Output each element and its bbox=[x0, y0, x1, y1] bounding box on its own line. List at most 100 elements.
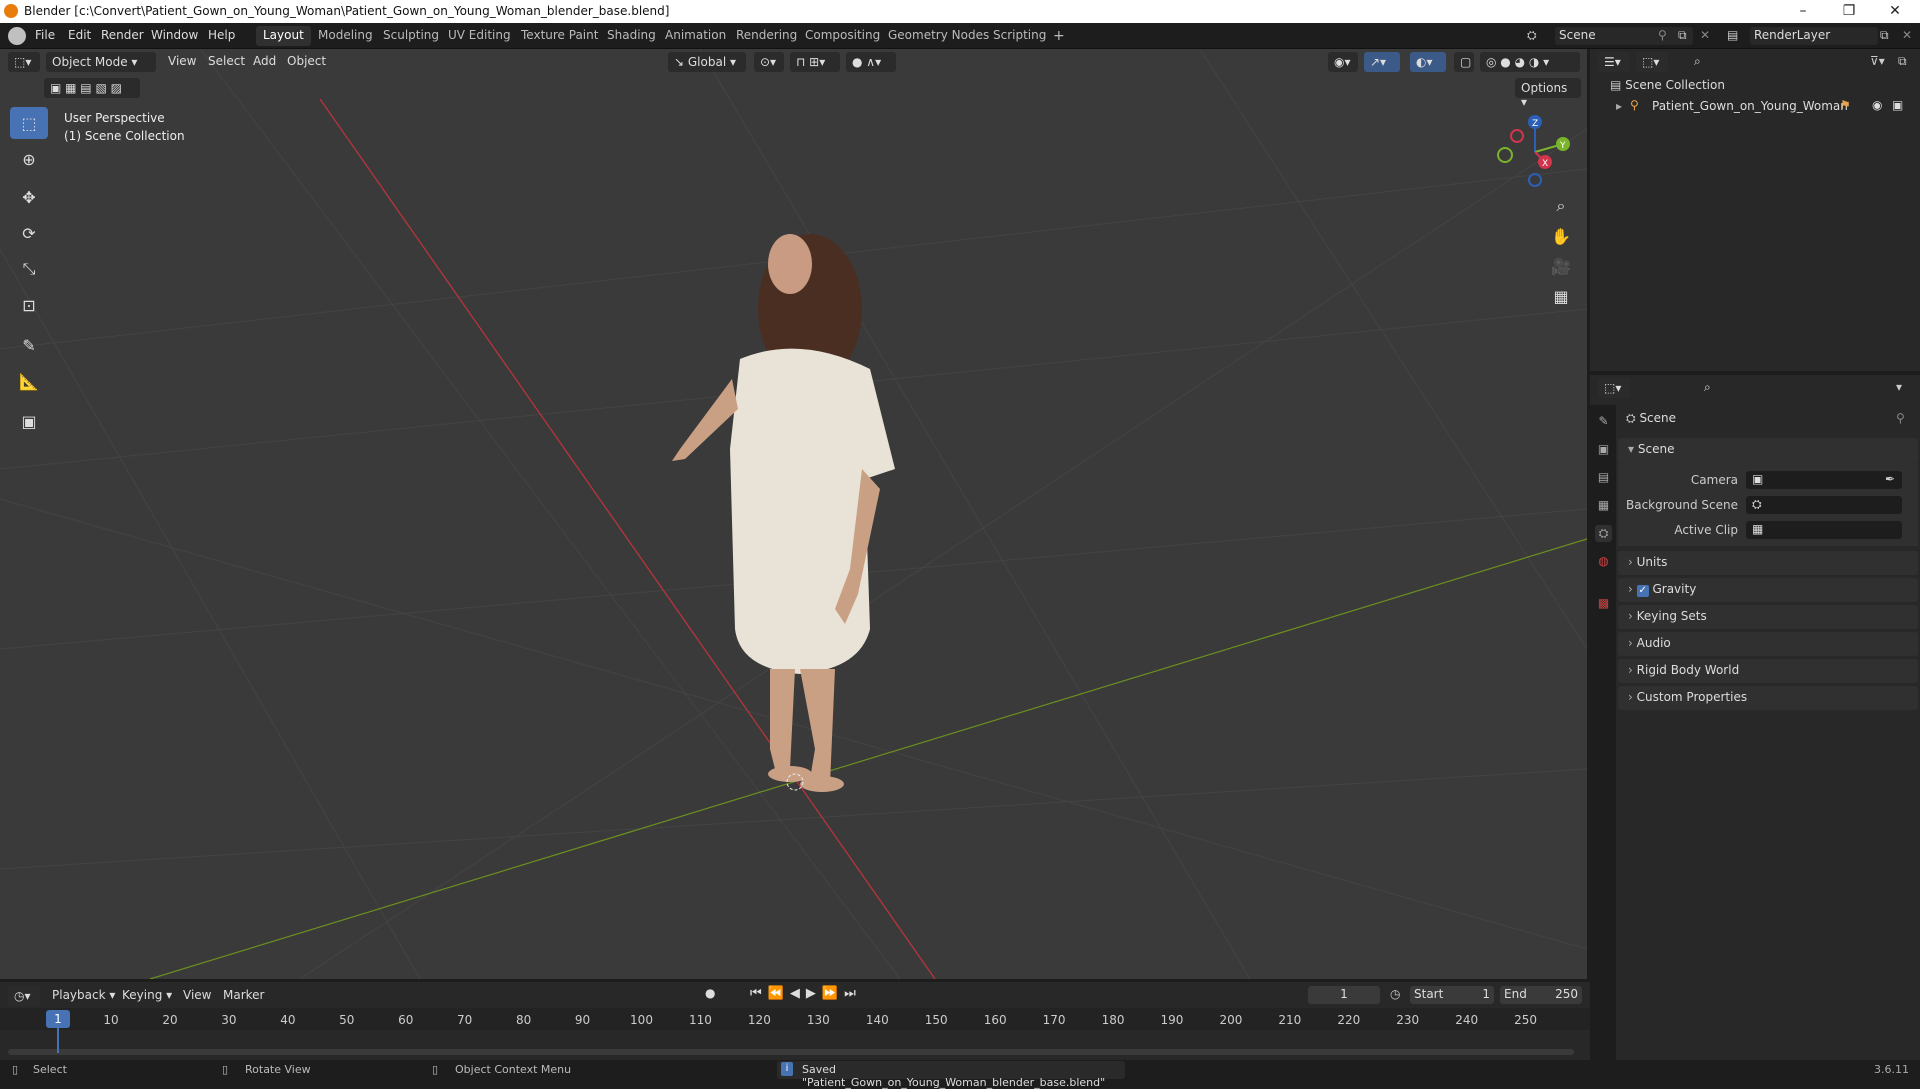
overlays-toggle-button[interactable]: ◐▾ bbox=[1410, 52, 1446, 72]
mode-selector[interactable]: Object Mode ▾ bbox=[46, 52, 156, 72]
selection-mode-buttons[interactable]: ▣ ▦ ▤ ▧ ▨ bbox=[44, 78, 140, 98]
editor-type-button[interactable]: ⬚▾ bbox=[8, 52, 40, 72]
properties-search-field[interactable]: ⌕ bbox=[1700, 379, 1810, 397]
playhead-frame-indicator[interactable]: 1 bbox=[46, 1010, 70, 1028]
tab-layout[interactable]: Layout bbox=[256, 26, 311, 46]
timeline-menu-marker[interactable]: Marker bbox=[223, 988, 264, 1002]
record-icon[interactable]: ● bbox=[705, 986, 715, 1000]
delete-renderlayer-icon[interactable]: ✕ bbox=[1902, 28, 1912, 42]
add-cube-tool-icon[interactable]: ▣ bbox=[10, 405, 48, 437]
cursor-tool-icon[interactable]: ⊕ bbox=[10, 143, 48, 175]
rotate-tool-icon[interactable]: ⟳ bbox=[10, 217, 48, 249]
filter-icon[interactable]: ⊽▾ bbox=[1870, 54, 1885, 68]
new-renderlayer-icon[interactable]: ⧉ bbox=[1880, 28, 1889, 43]
output-tab-icon[interactable]: ▤ bbox=[1595, 469, 1612, 486]
outliner-root-row[interactable]: ▤ Scene Collection bbox=[1610, 78, 1725, 92]
select-box-tool-icon[interactable]: ⬚ bbox=[10, 107, 48, 139]
minimize-button[interactable]: – bbox=[1780, 0, 1826, 23]
menu-edit[interactable]: Edit bbox=[68, 28, 91, 42]
add-workspace-button[interactable]: + bbox=[1046, 26, 1072, 46]
transform-tool-icon[interactable]: ⊡ bbox=[10, 289, 48, 321]
blender-menu-icon[interactable] bbox=[8, 27, 26, 45]
preview-range-icon[interactable]: ◷ bbox=[1390, 987, 1400, 1001]
tab-compositing[interactable]: Compositing bbox=[798, 26, 887, 46]
viewport-menu-select[interactable]: Select bbox=[208, 54, 245, 68]
outliner-search-field[interactable]: ⌕ bbox=[1690, 53, 1800, 71]
tab-uv-editing[interactable]: UV Editing bbox=[441, 26, 518, 46]
move-tool-icon[interactable]: ✥ bbox=[10, 181, 48, 213]
navigation-gizmo[interactable]: Z Y X bbox=[1495, 112, 1575, 192]
tab-rendering[interactable]: Rendering bbox=[729, 26, 804, 46]
menu-help[interactable]: Help bbox=[208, 28, 235, 42]
transform-orientation-selector[interactable]: ↘ Global ▾ bbox=[668, 52, 746, 72]
options-button[interactable]: Options ▾ bbox=[1515, 78, 1581, 109]
viewport-menu-view[interactable]: View bbox=[168, 54, 196, 68]
playback-controls[interactable]: ⏮⏪◀▶⏩⏭ bbox=[750, 986, 862, 1001]
scene-icon[interactable]: ⛭ bbox=[1527, 28, 1537, 43]
viewport-menu-object[interactable]: Object bbox=[287, 54, 326, 68]
end-frame-field[interactable]: End 250 bbox=[1500, 986, 1582, 1004]
scene-panel-header[interactable]: ▾ Scene bbox=[1618, 438, 1918, 464]
visibility-button[interactable]: ◉▾ bbox=[1328, 52, 1358, 72]
render-tab-icon[interactable]: ▣ bbox=[1595, 441, 1612, 458]
outliner-editor-type-button[interactable]: ☰▾ bbox=[1598, 52, 1630, 72]
shading-mode-buttons[interactable]: ◎ ● ◕ ◑ ▾ bbox=[1480, 52, 1580, 72]
menu-file[interactable]: File bbox=[35, 28, 55, 42]
outliner-row[interactable]: ▸ ⚲ Patient_Gown_on_Young_Woman ⚑ ◉ ▣ bbox=[1590, 97, 1920, 117]
tab-shading[interactable]: Shading bbox=[600, 26, 663, 46]
render-camera-icon[interactable]: ▣ bbox=[1892, 98, 1903, 112]
eyedropper-icon[interactable]: ✒ bbox=[1885, 472, 1895, 486]
menu-render[interactable]: Render bbox=[101, 28, 144, 42]
gravity-checkbox[interactable]: ✓ bbox=[1636, 585, 1649, 597]
viewport-menu-add[interactable]: Add bbox=[253, 54, 276, 68]
snapping-button[interactable]: ⊓ ⊞▾ bbox=[790, 52, 840, 72]
new-scene-icon[interactable]: ⧉ bbox=[1678, 28, 1687, 43]
pan-hand-icon[interactable]: ✋ bbox=[1547, 222, 1575, 250]
custom-properties-panel-header[interactable]: › Custom Properties bbox=[1618, 686, 1918, 710]
camera-view-icon[interactable]: 🎥 bbox=[1547, 252, 1575, 280]
view-layer-tab-icon[interactable]: ▦ bbox=[1595, 497, 1612, 514]
timeline-scrollbar[interactable] bbox=[8, 1049, 1574, 1055]
new-collection-icon[interactable]: ⧉ bbox=[1898, 54, 1907, 69]
texture-tab-icon[interactable]: ▩ bbox=[1595, 595, 1612, 612]
status-report[interactable]: i Saved "Patient_Gown_on_Young_Woman_ble… bbox=[777, 1061, 1125, 1089]
rigid-body-world-panel-header[interactable]: › Rigid Body World bbox=[1618, 659, 1918, 683]
world-tab-icon[interactable]: ◍ bbox=[1595, 553, 1612, 570]
timeline-menu-keying[interactable]: Keying ▾ bbox=[122, 988, 172, 1002]
xray-toggle-button[interactable]: ▢ bbox=[1454, 52, 1474, 72]
gizmo-toggle-button[interactable]: ↗▾ bbox=[1364, 52, 1400, 72]
properties-editor-type-button[interactable]: ⬚▾ bbox=[1598, 378, 1630, 398]
scene-tab-icon[interactable]: ⛭ bbox=[1595, 525, 1612, 542]
renderlayer-icon[interactable]: ▤ bbox=[1727, 28, 1738, 42]
renderlayer-selector[interactable]: RenderLayer bbox=[1750, 27, 1878, 45]
camera-field[interactable]: ▣ bbox=[1746, 471, 1902, 489]
scale-tool-icon[interactable]: ⤡ bbox=[10, 253, 48, 285]
timeline-menu-playback[interactable]: Playback ▾ bbox=[52, 988, 115, 1002]
tab-texture-paint[interactable]: Texture Paint bbox=[514, 26, 605, 46]
start-frame-field[interactable]: Start 1 bbox=[1410, 986, 1494, 1004]
menu-window[interactable]: Window bbox=[151, 28, 198, 42]
3d-viewport[interactable] bbox=[0, 49, 1587, 979]
perspective-toggle-icon[interactable]: ▦ bbox=[1547, 282, 1575, 310]
proportional-editing-button[interactable]: ● ∧▾ bbox=[846, 52, 896, 72]
outliner-display-mode-button[interactable]: ⬚▾ bbox=[1636, 52, 1668, 72]
timeline-menu-view[interactable]: View bbox=[183, 988, 211, 1002]
maximize-button[interactable]: ❐ bbox=[1826, 0, 1872, 23]
properties-options-icon[interactable]: ▾ bbox=[1896, 380, 1902, 394]
pin-icon[interactable]: ⚲ bbox=[1658, 28, 1667, 42]
tool-tab-icon[interactable]: ✎ bbox=[1595, 413, 1612, 430]
tab-sculpting[interactable]: Sculpting bbox=[376, 26, 446, 46]
units-panel-header[interactable]: › Units bbox=[1618, 551, 1918, 575]
tab-scripting[interactable]: Scripting bbox=[986, 26, 1053, 46]
timeline-editor-type-button[interactable]: ◷▾ bbox=[8, 986, 40, 1006]
active-clip-field[interactable]: ▦ bbox=[1746, 521, 1902, 539]
tab-modeling[interactable]: Modeling bbox=[311, 26, 380, 46]
keying-sets-panel-header[interactable]: › Keying Sets bbox=[1618, 605, 1918, 629]
gravity-panel-header[interactable]: › ✓ Gravity bbox=[1618, 578, 1918, 602]
close-button[interactable]: ✕ bbox=[1872, 0, 1918, 23]
measure-tool-icon[interactable]: 📐 bbox=[10, 365, 48, 397]
pin-icon[interactable]: ⚲ bbox=[1896, 411, 1905, 425]
character-model[interactable] bbox=[672, 234, 895, 792]
tab-animation[interactable]: Animation bbox=[658, 26, 733, 46]
visibility-eye-icon[interactable]: ◉ bbox=[1872, 98, 1882, 112]
